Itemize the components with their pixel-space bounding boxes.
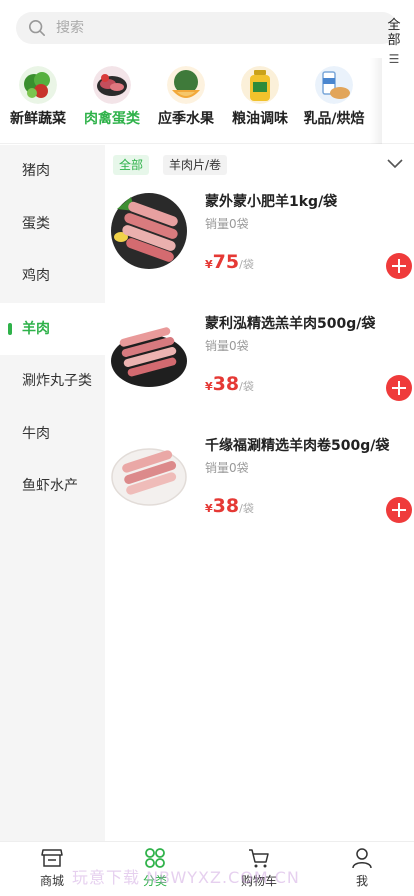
category-icon: [145, 848, 165, 868]
menu-lines-icon: ☰: [388, 52, 400, 66]
price-unit: /袋: [239, 502, 254, 515]
category-scroll-shadow: [370, 58, 382, 144]
search-header: [0, 0, 414, 58]
price-amount: 38: [212, 373, 240, 395]
price-amount: 38: [212, 495, 240, 517]
sidebar-item-lamb[interactable]: 羊肉: [0, 302, 105, 355]
tab-me[interactable]: 我: [322, 846, 402, 889]
category-item-vegetables[interactable]: 新鲜蔬菜: [0, 66, 76, 128]
category-item-meat[interactable]: 肉禽蛋类: [74, 66, 150, 128]
product-name: 千缘福涮精选羊肉卷500g/袋: [205, 438, 390, 454]
tab-label: 我: [355, 874, 368, 888]
meat-icon: [93, 66, 131, 104]
add-to-cart-button[interactable]: [386, 375, 412, 401]
dairy-icon: [315, 66, 353, 104]
add-to-cart-button[interactable]: [386, 253, 412, 279]
currency-symbol: ¥: [205, 258, 213, 271]
category-row: 新鲜蔬菜 肉禽蛋类 应季水果 粮油调味 乳品/烘焙: [0, 58, 414, 144]
filter-chip-all[interactable]: 全部: [113, 155, 150, 175]
product-name: 蒙利泓精选羔羊肉500g/袋: [205, 316, 376, 332]
sidebar-item-seafood[interactable]: 鱼虾水产: [0, 460, 105, 513]
sidebar-item-beef[interactable]: 牛肉: [0, 408, 105, 461]
sidebar-item-label: 鱼虾水产: [22, 478, 78, 494]
sidebar-item-label: 猪肉: [22, 163, 50, 179]
product-list-panel: 全部 羊肉片/卷 蒙外蒙小肥羊1kg/袋 销量0袋 ¥75/袋 蒙利泓精选羔羊肉: [105, 145, 414, 841]
tab-store[interactable]: 商城: [12, 846, 92, 889]
product-name: 蒙外蒙小肥羊1kg/袋: [205, 194, 338, 210]
sidebar-item-label: 蛋类: [22, 215, 50, 232]
oil-icon: [241, 66, 279, 104]
vegetable-icon: [19, 66, 57, 104]
sidebar-item-chicken[interactable]: 鸡肉: [0, 250, 105, 303]
tab-label: 商城: [39, 874, 64, 888]
tab-cart[interactable]: 购物车: [219, 846, 299, 889]
filter-row: 全部 羊肉片/卷: [105, 145, 414, 179]
category-label: 新鲜蔬菜: [10, 111, 66, 127]
product-image-lamb-rolls: [111, 327, 187, 387]
product-item[interactable]: 蒙利泓精选羔羊肉500g/袋 销量0袋 ¥38/袋: [105, 301, 414, 423]
product-image-lamb-slices: [111, 193, 187, 269]
category-item-dairy[interactable]: 乳品/烘焙: [296, 66, 372, 128]
sidebar-item-pork[interactable]: 猪肉: [0, 145, 105, 198]
product-sales: 销量0袋: [205, 461, 249, 475]
search-bar[interactable]: [16, 12, 398, 44]
search-icon: [28, 19, 46, 37]
all-categories-label-2: 部: [387, 33, 401, 48]
add-to-cart-button[interactable]: [386, 497, 412, 523]
product-price: ¥38/袋: [205, 495, 254, 517]
price-unit: /袋: [239, 258, 254, 271]
product-item[interactable]: 蒙外蒙小肥羊1kg/袋 销量0袋 ¥75/袋: [105, 179, 414, 301]
currency-symbol: ¥: [205, 380, 213, 393]
bottom-tab-bar: 商城 分类 购物车 我: [0, 841, 414, 896]
category-item-oil[interactable]: 粮油调味: [222, 66, 298, 128]
store-icon: [41, 849, 63, 867]
sidebar-item-eggs[interactable]: 蛋类: [0, 198, 105, 251]
all-categories-label-1: 全: [387, 18, 401, 33]
cart-icon: [249, 849, 269, 868]
product-image-lamb-rolls-plate: [111, 448, 187, 506]
sidebar-item-label: 鸡肉: [22, 268, 50, 284]
subcategory-sidebar: 猪肉 蛋类 鸡肉 羊肉 涮炸丸子类 牛肉 鱼虾水产: [0, 145, 105, 841]
tab-category[interactable]: 分类: [115, 846, 195, 889]
category-label: 乳品/烘焙: [303, 111, 365, 127]
product-price: ¥75/袋: [205, 251, 254, 273]
tab-label: 分类: [142, 874, 167, 888]
fruit-icon: [167, 66, 205, 104]
product-price: ¥38/袋: [205, 373, 254, 395]
chevron-down-icon[interactable]: [387, 157, 403, 169]
sidebar-item-label: 羊肉: [22, 320, 50, 337]
active-indicator: [8, 322, 12, 335]
sidebar-item-label: 涮炸丸子类: [22, 373, 92, 389]
product-sales: 销量0袋: [205, 217, 249, 231]
category-label: 应季水果: [158, 111, 214, 127]
price-amount: 75: [212, 251, 240, 273]
price-unit: /袋: [239, 380, 254, 393]
sidebar-item-label: 牛肉: [22, 425, 50, 442]
all-categories-button[interactable]: 全 部 ☰: [384, 18, 404, 67]
category-label: 肉禽蛋类: [84, 111, 140, 127]
category-label: 粮油调味: [232, 111, 288, 127]
sidebar-item-hotpot-balls[interactable]: 涮炸丸子类: [0, 355, 105, 408]
filter-chip-lamb-rolls[interactable]: 羊肉片/卷: [163, 155, 228, 175]
product-item[interactable]: 千缘福涮精选羊肉卷500g/袋 销量0袋 ¥38/袋: [105, 423, 414, 545]
tab-label: 购物车: [240, 874, 277, 888]
product-sales: 销量0袋: [205, 339, 249, 353]
search-input[interactable]: [56, 20, 356, 36]
category-item-fruit[interactable]: 应季水果: [148, 66, 224, 128]
user-icon: [352, 848, 372, 869]
currency-symbol: ¥: [205, 502, 213, 515]
